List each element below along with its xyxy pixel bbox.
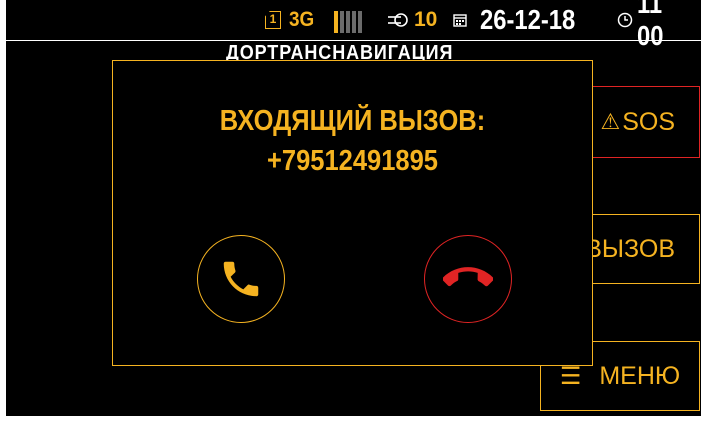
satellite-count: 10: [414, 8, 438, 31]
calendar-glyph: [453, 14, 467, 27]
device-screen: 1 3G 10 26-12-18 11 00 ДОРТРАНСНАВИГАЦИЯ…: [6, 0, 701, 416]
current-date: 26-12-18: [480, 4, 576, 35]
sos-label: SOS: [622, 107, 675, 136]
warning-icon: ⚠: [600, 109, 621, 134]
satellite-icon: [387, 4, 411, 36]
clock-icon: [617, 4, 633, 36]
accept-call-button[interactable]: [197, 235, 285, 323]
signal-bar: [358, 11, 362, 33]
signal-bar: [340, 11, 344, 33]
reject-call-button[interactable]: [424, 235, 512, 323]
phone-hangup-icon: [443, 267, 493, 287]
incoming-call-title: ВХОДЯЩИЙ ВЫЗОВ:: [219, 105, 486, 137]
sim-card-icon: 1: [265, 11, 281, 29]
satellite-glyph: [388, 13, 408, 27]
sim-slot-number: 1: [269, 12, 277, 26]
call-label: ВЫЗОВ: [585, 234, 675, 263]
signal-strength-icon: [334, 11, 362, 33]
signal-bar: [334, 11, 338, 33]
network-type: 3G: [289, 8, 315, 31]
signal-bar: [352, 11, 356, 33]
caller-number: +79512491895: [266, 145, 439, 177]
incoming-call-dialog: ВХОДЯЩИЙ ВЫЗОВ: +79512491895: [112, 60, 593, 366]
signal-bar: [346, 11, 350, 33]
status-bar: 1 3G 10 26-12-18 11 00: [6, 0, 701, 51]
calendar-icon: [453, 4, 467, 36]
current-time: 11 00: [637, 0, 664, 51]
menu-label: МЕНЮ: [599, 361, 681, 390]
clock-glyph: [617, 12, 633, 28]
phone-accept-icon: [223, 261, 259, 297]
